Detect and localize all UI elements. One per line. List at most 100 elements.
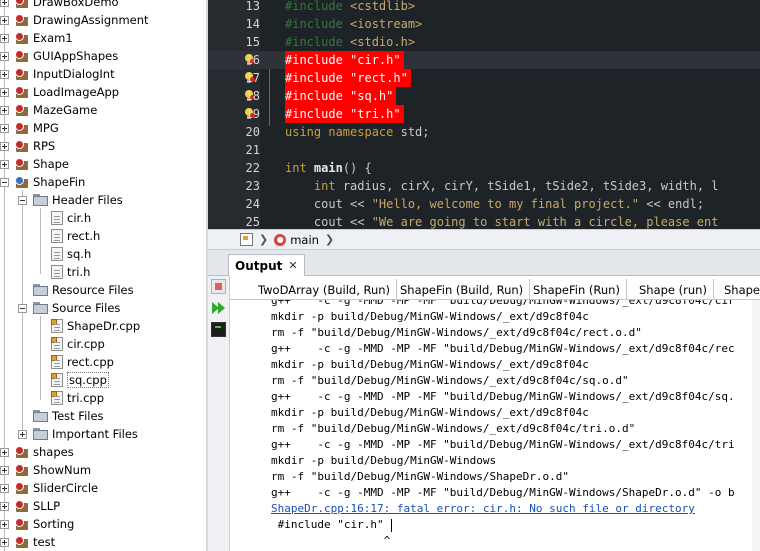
project-icon <box>15 31 29 45</box>
tree-file-item[interactable]: sq.h <box>36 245 91 263</box>
code-line[interactable]: 15 #include <stdio.h> <box>208 33 760 51</box>
code-line[interactable]: 25 cout << "We are going to start with a… <box>208 213 760 229</box>
code-line[interactable]: 17 #include "rect.h" <box>208 69 760 87</box>
terminal-icon[interactable] <box>211 322 226 337</box>
output-run-tab[interactable]: Shape (run) <box>633 279 714 300</box>
expand-icon[interactable] <box>18 429 27 439</box>
collapse-icon[interactable] <box>0 177 9 187</box>
tree-project-item[interactable]: SliderCircle <box>0 479 98 497</box>
file-icon[interactable] <box>240 233 253 246</box>
tree-project-item[interactable]: DrawBoxDemo <box>0 0 119 11</box>
tree-item-label: MazeGame <box>33 103 98 117</box>
code-line[interactable]: 16 #include "cir.h" <box>208 51 760 69</box>
expand-icon[interactable] <box>0 447 9 457</box>
expand-icon[interactable] <box>0 519 9 529</box>
code-token: <iostream> <box>350 17 423 31</box>
tree-project-item[interactable]: MazeGame <box>0 101 97 119</box>
tree-folder-item[interactable]: Test Files <box>18 407 104 425</box>
tree-project-item[interactable]: GUIAppShapes <box>0 47 118 65</box>
output-run-tab[interactable]: TwoDArray (Build, Run) <box>252 279 398 300</box>
expand-icon[interactable] <box>0 69 9 79</box>
tree-file-item[interactable]: rect.h <box>36 227 100 245</box>
output-line: mkdir -p build/Debug/MinGW-Windows/_ext/… <box>271 310 589 323</box>
expand-icon[interactable] <box>0 537 9 547</box>
tree-project-item[interactable]: InputDialogInt <box>0 65 115 83</box>
code-token: #include <box>285 35 351 49</box>
code-line[interactable]: 14 #include <iostream> <box>208 15 760 33</box>
tree-project-item[interactable]: DrawingAssignment <box>0 11 149 29</box>
output-scrollbar[interactable] <box>752 300 760 551</box>
breadcrumb-function[interactable]: main <box>290 233 319 247</box>
expand-icon[interactable] <box>0 501 9 511</box>
code-line[interactable]: 19 #include "tri.h" <box>208 105 760 123</box>
expand-icon[interactable] <box>0 483 9 493</box>
expand-icon[interactable] <box>0 87 9 97</box>
code-text: #include "tri.h" <box>285 105 404 123</box>
code-line[interactable]: 18 #include "sq.h" <box>208 87 760 105</box>
tree-project-item[interactable]: shapes <box>0 443 74 461</box>
output-run-tab[interactable]: ShapeFin (Build, Run) <box>394 279 531 300</box>
expand-icon[interactable] <box>0 159 9 169</box>
tree-project-item[interactable]: Exam1 <box>0 29 73 47</box>
editor-breadcrumb: ❯ ● main ❯ <box>208 229 760 250</box>
tree-item-label: tri.h <box>67 265 91 279</box>
tree-folder-item[interactable]: Header Files <box>18 191 123 209</box>
expand-icon[interactable] <box>0 51 9 61</box>
code-token: using namespace <box>285 125 401 139</box>
code-text: cout << "We are going to start with a ci… <box>285 213 719 229</box>
expand-icon[interactable] <box>0 33 9 43</box>
output-console[interactable]: g++ -c -g -MMD -MP -MF "build/Debug/MinG… <box>230 300 760 551</box>
code-token: "Hello, welcome to my final project." <box>371 197 640 211</box>
code-text: #include <stdio.h> <box>285 33 415 51</box>
code-line[interactable]: 24 cout << "Hello, welcome to my final p… <box>208 195 760 213</box>
tree-file-item[interactable]: cir.cpp <box>36 335 105 353</box>
stop-icon[interactable] <box>211 279 226 294</box>
tree-project-item[interactable]: ShapeFin <box>0 173 85 191</box>
code-line[interactable]: 21 <box>208 141 760 159</box>
code-token: radius, cirX, cirY, tSide1, tSide2, tSid… <box>342 179 719 193</box>
collapse-icon[interactable] <box>18 303 27 313</box>
code-token: cout << <box>313 215 372 229</box>
output-run-tabs: TwoDArray (Build, Run) ShapeFin (Build, R… <box>208 276 760 300</box>
code-token: <cstdlib> <box>350 0 416 13</box>
code-editor[interactable]: 13 #include <cstdlib> 14 #include <iostream… <box>208 0 760 229</box>
expand-icon[interactable] <box>0 123 9 133</box>
tree-project-item[interactable]: SLLP <box>0 497 60 515</box>
error-link[interactable]: ShapeDr.cpp:16:17: fatal error: cir.h: N… <box>271 501 695 517</box>
output-run-tab[interactable]: ShapeFin (Run) <box>527 279 627 300</box>
expand-icon[interactable] <box>0 0 9 7</box>
tree-file-item[interactable]: cir.h <box>36 209 91 227</box>
tree-project-item[interactable]: LoadImageApp <box>0 83 119 101</box>
expand-icon[interactable] <box>0 15 9 25</box>
close-icon[interactable]: ✕ <box>288 259 297 272</box>
code-line[interactable]: 22 int main() { <box>208 159 760 177</box>
tree-project-item[interactable]: MPG <box>0 119 59 137</box>
project-icon <box>15 157 29 171</box>
rerun-icon[interactable] <box>211 300 226 315</box>
code-line[interactable]: 23 int radius, cirX, cirY, tSide1, tSide… <box>208 177 760 195</box>
tree-file-item[interactable]: sq.cpp <box>36 371 109 389</box>
expand-icon[interactable] <box>0 141 9 151</box>
tree-file-item[interactable]: tri.h <box>36 263 90 281</box>
tree-project-item[interactable]: Shape <box>0 155 69 173</box>
tree-project-item[interactable]: RPS <box>0 137 55 155</box>
code-line[interactable]: 13 #include <cstdlib> <box>208 0 760 15</box>
folder-icon <box>33 410 48 422</box>
code-line[interactable]: 20 using namespace std; <box>208 123 760 141</box>
tree-folder-item[interactable]: Important Files <box>18 425 138 443</box>
tree-file-item[interactable]: rect.cpp <box>36 353 114 371</box>
tree-file-item[interactable]: tri.cpp <box>36 389 104 407</box>
expand-icon[interactable] <box>0 105 9 115</box>
tab-output[interactable]: Output ✕ <box>228 254 305 276</box>
output-run-tab[interactable]: ShapeF <box>718 279 760 300</box>
tree-item-label: SLLP <box>33 499 61 513</box>
tree-folder-item[interactable]: Source Files <box>18 299 120 317</box>
tree-folder-item[interactable]: Resource Files <box>18 281 134 299</box>
expand-icon[interactable] <box>0 465 9 475</box>
output-line: rm -f "build/Debug/MinGW-Windows/_ext/d9… <box>271 326 642 339</box>
tree-project-item[interactable]: test <box>0 533 55 551</box>
tree-project-item[interactable]: ShowNum <box>0 461 91 479</box>
collapse-icon[interactable] <box>18 195 27 205</box>
tree-project-item[interactable]: Sorting <box>0 515 74 533</box>
tree-file-item[interactable]: ShapeDr.cpp <box>36 317 140 335</box>
